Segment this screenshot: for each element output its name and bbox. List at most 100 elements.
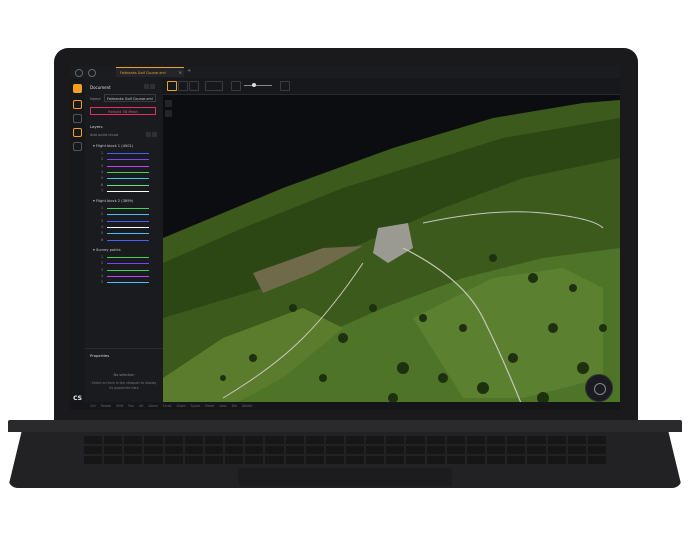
filter-icon[interactable] xyxy=(152,132,157,137)
key xyxy=(406,436,425,444)
select-tool-icon[interactable] xyxy=(167,81,177,91)
key xyxy=(204,436,224,444)
key xyxy=(547,456,566,464)
keyboard xyxy=(84,436,606,464)
close-icon[interactable]: × xyxy=(179,68,182,77)
layer-index: 1 xyxy=(101,254,104,259)
layer-group[interactable]: ▾ Survey points xyxy=(93,248,121,252)
aerial-mesh-render xyxy=(163,94,620,410)
layer-index: 3 xyxy=(101,267,104,272)
visibility-icon[interactable] xyxy=(231,81,241,91)
properties-empty-title: No selection xyxy=(113,373,135,377)
key xyxy=(466,436,486,444)
layer-row[interactable]: 1 xyxy=(101,206,153,211)
add-layer-label[interactable]: Add point cloud xyxy=(90,133,118,137)
key xyxy=(366,446,385,454)
zoom-in-icon[interactable] xyxy=(165,100,172,107)
key xyxy=(487,446,506,454)
key xyxy=(225,446,244,454)
layer-row[interactable]: 5 xyxy=(101,176,153,181)
zoom-out-icon[interactable] xyxy=(165,110,172,117)
key xyxy=(325,446,344,454)
layer-group[interactable]: ▾ Flight block 1 (4001) xyxy=(93,144,133,148)
key xyxy=(305,436,324,444)
ruler-icon[interactable] xyxy=(178,81,188,91)
layer-row[interactable]: 5 xyxy=(101,280,153,285)
layers-icon[interactable] xyxy=(73,100,82,109)
key xyxy=(124,456,143,464)
add-icon[interactable] xyxy=(146,132,151,137)
point-size-slider[interactable] xyxy=(244,85,272,86)
key xyxy=(507,456,526,464)
layer-index: 4 xyxy=(101,273,104,278)
layer-color-swatch xyxy=(107,263,149,265)
layer-row[interactable]: 6 xyxy=(101,183,153,188)
key xyxy=(184,456,203,464)
tab-document[interactable]: Fairbanks Golf Course.xml × xyxy=(116,67,184,77)
layer-index: 5 xyxy=(101,231,104,236)
layer-row[interactable]: 7 xyxy=(101,189,153,194)
key xyxy=(184,446,203,454)
layer-row[interactable]: 1 xyxy=(101,255,153,260)
key xyxy=(84,456,103,464)
layer-row[interactable]: 4 xyxy=(101,225,153,230)
tab-label: Fairbanks Golf Course.xml xyxy=(120,71,166,75)
export-icon[interactable] xyxy=(73,142,82,151)
key xyxy=(144,446,163,454)
layer-color-swatch xyxy=(107,275,149,277)
annotate-icon[interactable] xyxy=(73,128,82,137)
layer-index: 3 xyxy=(101,163,104,168)
pin-icon[interactable] xyxy=(144,84,149,89)
home-icon[interactable] xyxy=(88,69,96,77)
layer-group[interactable]: ▾ Flight block 2 (3899) xyxy=(93,199,133,203)
layer-row[interactable]: 3 xyxy=(101,164,153,169)
key xyxy=(527,456,546,464)
layer-color-swatch xyxy=(107,214,149,216)
layer-row[interactable]: 2 xyxy=(101,261,153,266)
layer-row[interactable]: 3 xyxy=(101,268,153,273)
layer-row[interactable]: 1 xyxy=(101,151,153,156)
key xyxy=(265,456,284,464)
layer-color-swatch xyxy=(107,171,149,173)
key xyxy=(84,436,103,444)
new-tab-button[interactable]: + xyxy=(187,68,191,74)
layer-color-swatch xyxy=(107,208,149,210)
layer-row[interactable]: 2 xyxy=(101,212,153,217)
key xyxy=(346,446,365,454)
name-field[interactable]: Fairbanks Golf Course.xml xyxy=(104,94,156,102)
navigation-compass[interactable] xyxy=(585,374,613,402)
key xyxy=(285,436,304,444)
layer-row[interactable]: 3 xyxy=(101,219,153,224)
layer-color-swatch xyxy=(107,190,149,192)
pen-icon[interactable] xyxy=(189,81,199,91)
key xyxy=(225,456,244,464)
layer-row[interactable]: 5 xyxy=(101,231,153,236)
trackpad xyxy=(238,468,452,486)
collapse-icon[interactable] xyxy=(150,84,155,89)
rebuild-button[interactable]: Rebuild 3D Mesh xyxy=(90,107,156,115)
view-mode-dropdown[interactable] xyxy=(205,81,223,91)
key xyxy=(466,446,486,454)
layer-color-swatch xyxy=(107,256,149,258)
key xyxy=(265,446,284,454)
key xyxy=(305,456,324,464)
3d-viewport[interactable] xyxy=(163,78,620,410)
layer-index: 4 xyxy=(101,225,104,229)
layer-row[interactable]: 4 xyxy=(101,274,153,279)
layer-row[interactable]: 6 xyxy=(101,238,153,243)
layer-row[interactable]: 2 xyxy=(101,157,153,162)
key xyxy=(386,436,405,444)
layer-color-swatch xyxy=(107,227,149,228)
slider-handle[interactable] xyxy=(252,83,256,87)
settings-icon[interactable] xyxy=(280,81,290,91)
key xyxy=(426,456,445,464)
measure-icon[interactable] xyxy=(73,114,82,123)
layer-row[interactable]: 4 xyxy=(101,170,153,175)
key xyxy=(567,436,586,444)
layer-index: 6 xyxy=(101,237,104,242)
compass-icon xyxy=(594,383,606,395)
menu-icon[interactable] xyxy=(75,69,83,77)
project-icon[interactable] xyxy=(73,84,82,93)
key xyxy=(587,436,606,444)
layer-index: 2 xyxy=(101,157,104,162)
